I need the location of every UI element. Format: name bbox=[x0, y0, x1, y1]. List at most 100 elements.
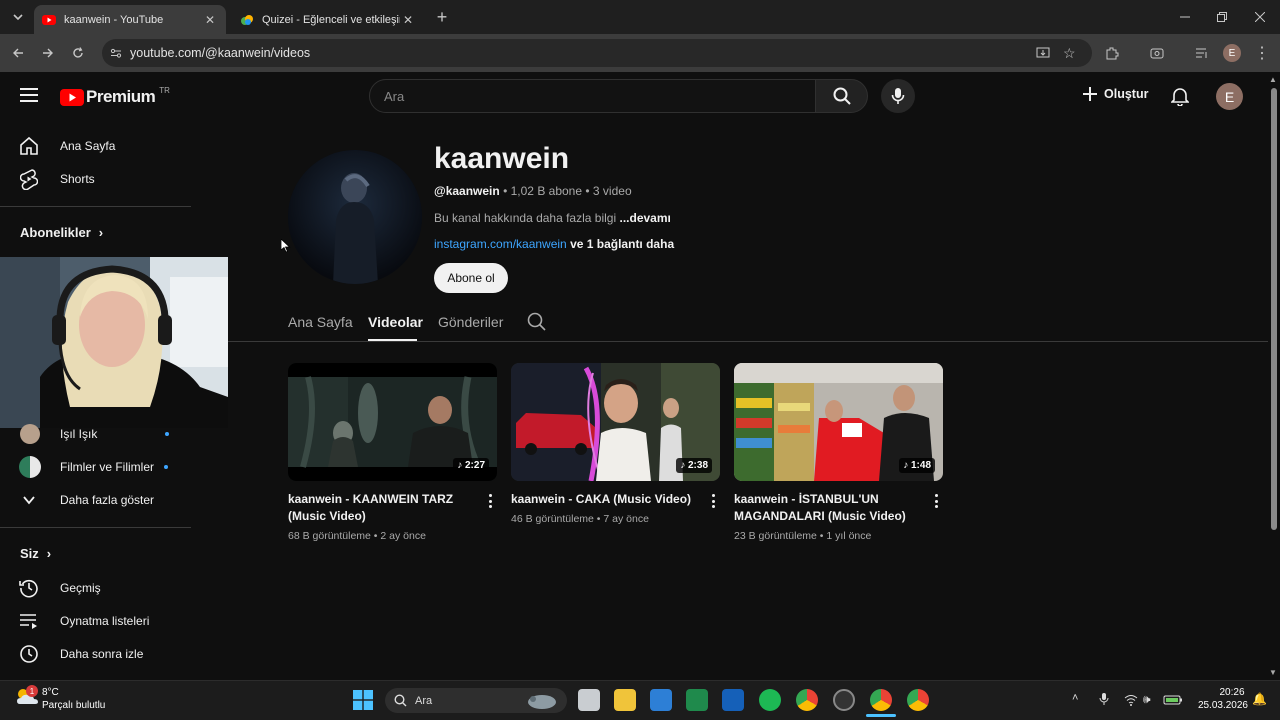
new-tab-icon[interactable]: + bbox=[430, 5, 454, 29]
sidebar-item-label: Shorts bbox=[60, 172, 95, 186]
close-window-icon[interactable] bbox=[1248, 5, 1272, 29]
tab-youtube[interactable]: kaanwein - YouTube ✕ bbox=[34, 5, 226, 34]
video-title[interactable]: kaanwein - CAKA (Music Video) bbox=[511, 491, 707, 508]
channel-description[interactable]: Bu kanal hakkında daha fazla bilgi ...de… bbox=[434, 211, 671, 225]
reading-list-icon[interactable] bbox=[1190, 41, 1214, 65]
create-button[interactable]: Oluştur bbox=[1082, 86, 1148, 102]
you-header[interactable]: Siz › bbox=[20, 546, 51, 561]
scroll-up-icon[interactable]: ▲ bbox=[1269, 75, 1277, 84]
channel-avatar-large[interactable] bbox=[288, 150, 422, 284]
logo-text: Premium bbox=[86, 87, 156, 106]
video-thumbnail[interactable]: ♪ 2:27 bbox=[288, 363, 497, 481]
microphone-tray-icon[interactable] bbox=[1099, 692, 1109, 711]
taskbar-search[interactable]: Ara bbox=[385, 688, 567, 713]
task-view-icon[interactable] bbox=[578, 689, 600, 711]
outlook-icon[interactable] bbox=[722, 689, 744, 711]
close-icon[interactable]: ✕ bbox=[400, 13, 416, 27]
sidebar-item-playlists[interactable]: Oynatma listeleri bbox=[0, 604, 190, 638]
video-thumbnail[interactable]: ♪ 1:48 bbox=[734, 363, 943, 481]
video-title[interactable]: kaanwein - İSTANBUL'UN MAGANDALARI (Musi… bbox=[734, 491, 930, 525]
sidebar-item-watch-later[interactable]: Daha sonra izle bbox=[0, 637, 190, 671]
scrollbar-thumb[interactable] bbox=[1271, 88, 1277, 530]
volume-icon[interactable]: 🕪 bbox=[1143, 692, 1151, 707]
subscriptions-header[interactable]: Abonelikler › bbox=[20, 225, 103, 240]
shorts-icon bbox=[0, 168, 60, 190]
video-title[interactable]: kaanwein - KAANWEIN TARZ (Music Video) bbox=[288, 491, 484, 525]
notifications-bell-icon[interactable] bbox=[1170, 86, 1190, 111]
media-icon[interactable] bbox=[1145, 41, 1169, 65]
subscription-item[interactable]: Işıl Işık bbox=[0, 417, 190, 451]
search-input[interactable]: Ara bbox=[369, 79, 816, 113]
channel-handle: @kaanwein bbox=[434, 184, 500, 198]
chrome-icon[interactable] bbox=[796, 689, 818, 711]
sidebar-item-history[interactable]: Geçmiş bbox=[0, 571, 190, 605]
more-links[interactable]: ve 1 bağlantı daha bbox=[570, 237, 674, 251]
tab-posts[interactable]: Gönderiler bbox=[438, 314, 503, 330]
extensions-icon[interactable] bbox=[1100, 41, 1124, 65]
chevron-down-icon bbox=[0, 492, 60, 508]
channel-search-icon[interactable] bbox=[527, 312, 546, 336]
install-icon[interactable] bbox=[1036, 46, 1050, 63]
bookmark-star-icon[interactable]: ☆ bbox=[1063, 45, 1076, 62]
restore-icon[interactable] bbox=[1210, 5, 1234, 29]
tray-chevron-up-icon[interactable]: ˄ bbox=[1072, 692, 1078, 704]
youtube-logo-icon bbox=[60, 88, 84, 106]
app-green-icon[interactable] bbox=[686, 689, 708, 711]
active-app-indicator bbox=[866, 714, 896, 717]
sidebar-item-home[interactable]: Ana Sayfa bbox=[0, 129, 190, 163]
tab-videos[interactable]: Videolar bbox=[368, 314, 423, 330]
you-title: Siz bbox=[20, 546, 39, 561]
instagram-link[interactable]: instagram.com/kaanwein bbox=[434, 237, 567, 251]
weather-widget[interactable]: 1 bbox=[14, 685, 40, 711]
search-button[interactable] bbox=[815, 79, 868, 113]
reload-icon[interactable] bbox=[66, 41, 90, 65]
minimize-icon[interactable] bbox=[1173, 5, 1197, 29]
url-field[interactable]: youtube.com/@kaanwein/videos ☆ bbox=[102, 39, 1092, 67]
channel-avatar bbox=[0, 424, 60, 444]
tab-search-icon[interactable] bbox=[6, 5, 30, 29]
site-info-icon[interactable] bbox=[110, 47, 122, 62]
spotify-icon[interactable] bbox=[759, 689, 781, 711]
hamburger-menu-icon[interactable] bbox=[18, 86, 40, 109]
sidebar-item-label: Ana Sayfa bbox=[60, 139, 116, 153]
youtube-logo[interactable]: Premium TR bbox=[60, 86, 170, 107]
tab-home[interactable]: Ana Sayfa bbox=[288, 314, 353, 330]
menu-kebab-icon[interactable]: ⋮ bbox=[1250, 41, 1274, 65]
subscriber-count: 1,02 B abone bbox=[510, 184, 583, 198]
description-more[interactable]: ...devamı bbox=[619, 211, 670, 225]
file-explorer-icon[interactable] bbox=[614, 689, 636, 711]
video-menu-icon[interactable] bbox=[930, 492, 942, 510]
subscription-item[interactable]: Filmler ve Filimler bbox=[0, 450, 190, 484]
tab-title: Quizei - Eğlenceli ve etkileşimli bbox=[262, 13, 400, 26]
subscribe-button[interactable]: Abone ol bbox=[434, 263, 508, 293]
windows-start-icon[interactable] bbox=[353, 690, 373, 715]
back-icon[interactable] bbox=[6, 41, 30, 65]
sidebar-item-shorts[interactable]: Shorts bbox=[0, 162, 190, 196]
chrome-profile-icon[interactable] bbox=[870, 689, 892, 711]
forward-icon[interactable] bbox=[36, 41, 60, 65]
video-meta: 46 B görüntüleme • 7 ay önce bbox=[511, 513, 649, 525]
video-thumbnail[interactable]: ♪ 2:38 bbox=[511, 363, 720, 481]
scroll-down-icon[interactable]: ▼ bbox=[1269, 668, 1277, 677]
close-icon[interactable]: ✕ bbox=[202, 13, 218, 27]
video-menu-icon[interactable] bbox=[707, 492, 719, 510]
show-more-button[interactable]: Daha fazla göster bbox=[0, 483, 190, 517]
clock-time[interactable]: 20:26 bbox=[1217, 687, 1247, 698]
search-highlight-icon bbox=[528, 695, 556, 709]
app-icon[interactable] bbox=[833, 689, 855, 711]
clock-date[interactable]: 25.03.2026 bbox=[1196, 700, 1248, 711]
channel-links[interactable]: instagram.com/kaanwein ve 1 bağlantı dah… bbox=[434, 237, 674, 251]
wifi-icon[interactable] bbox=[1124, 693, 1138, 711]
video-menu-icon[interactable] bbox=[484, 492, 496, 510]
chrome-profile-2-icon[interactable] bbox=[907, 689, 929, 711]
video-meta: 23 B görüntüleme • 1 yıl önce bbox=[734, 530, 872, 542]
sidebar-item-label: Daha sonra izle bbox=[60, 647, 144, 661]
profile-avatar[interactable]: E bbox=[1220, 41, 1244, 65]
voice-search-button[interactable] bbox=[881, 79, 915, 113]
show-more-label: Daha fazla göster bbox=[60, 493, 155, 507]
notification-center-icon[interactable]: 🔔 bbox=[1252, 692, 1267, 706]
tab-quizei[interactable]: Quizei - Eğlenceli ve etkileşimli ✕ bbox=[232, 5, 424, 34]
microsoft-store-icon[interactable] bbox=[650, 689, 672, 711]
user-avatar[interactable]: E bbox=[1216, 83, 1243, 110]
battery-icon[interactable] bbox=[1163, 693, 1183, 711]
